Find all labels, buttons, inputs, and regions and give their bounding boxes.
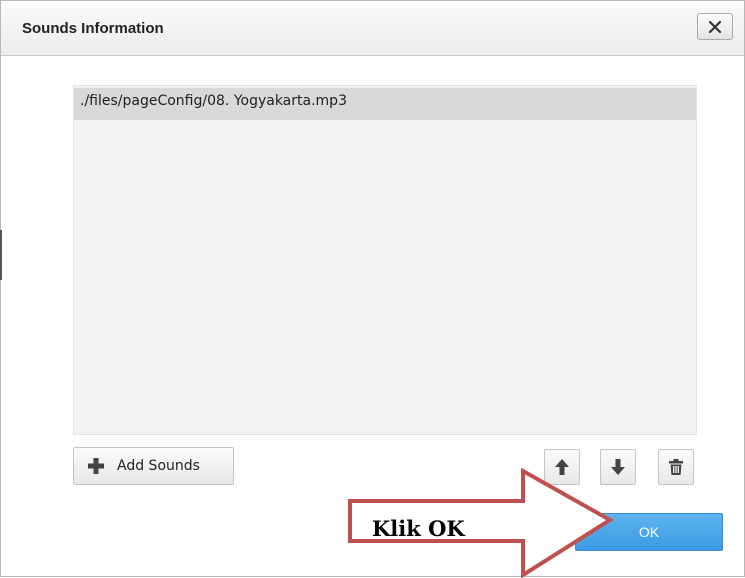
- callout-text: Klik OK: [372, 516, 465, 541]
- delete-button[interactable]: [658, 449, 694, 485]
- background-edge: [0, 230, 8, 280]
- add-sounds-label: Add Sounds: [117, 458, 200, 474]
- add-sounds-button[interactable]: Add Sounds: [73, 447, 234, 485]
- close-icon: [708, 20, 722, 33]
- close-button[interactable]: [697, 13, 733, 40]
- list-item[interactable]: ./files/pageConfig/08. Yogyakarta.mp3: [74, 88, 696, 120]
- dialog-titlebar: Sounds Information: [1, 1, 744, 56]
- sounds-list[interactable]: ./files/pageConfig/08. Yogyakarta.mp3: [73, 85, 697, 435]
- trash-icon: [669, 459, 683, 475]
- dialog-title: Sounds Information: [22, 20, 164, 37]
- plus-icon: [86, 456, 106, 476]
